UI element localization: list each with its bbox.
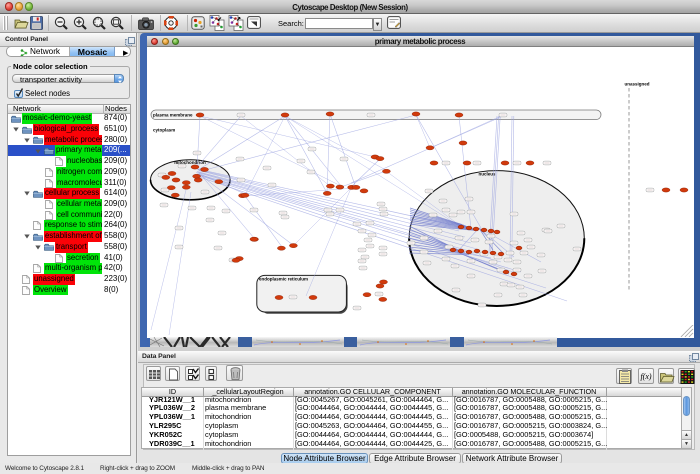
svg-text:cytoplasm: cytoplasm <box>153 128 175 133</box>
svg-text:endoplasmic reticulum: endoplasmic reticulum <box>259 277 308 282</box>
svg-text:unassigned: unassigned <box>624 82 649 87</box>
svg-text:plasma membrane: plasma membrane <box>153 113 193 118</box>
